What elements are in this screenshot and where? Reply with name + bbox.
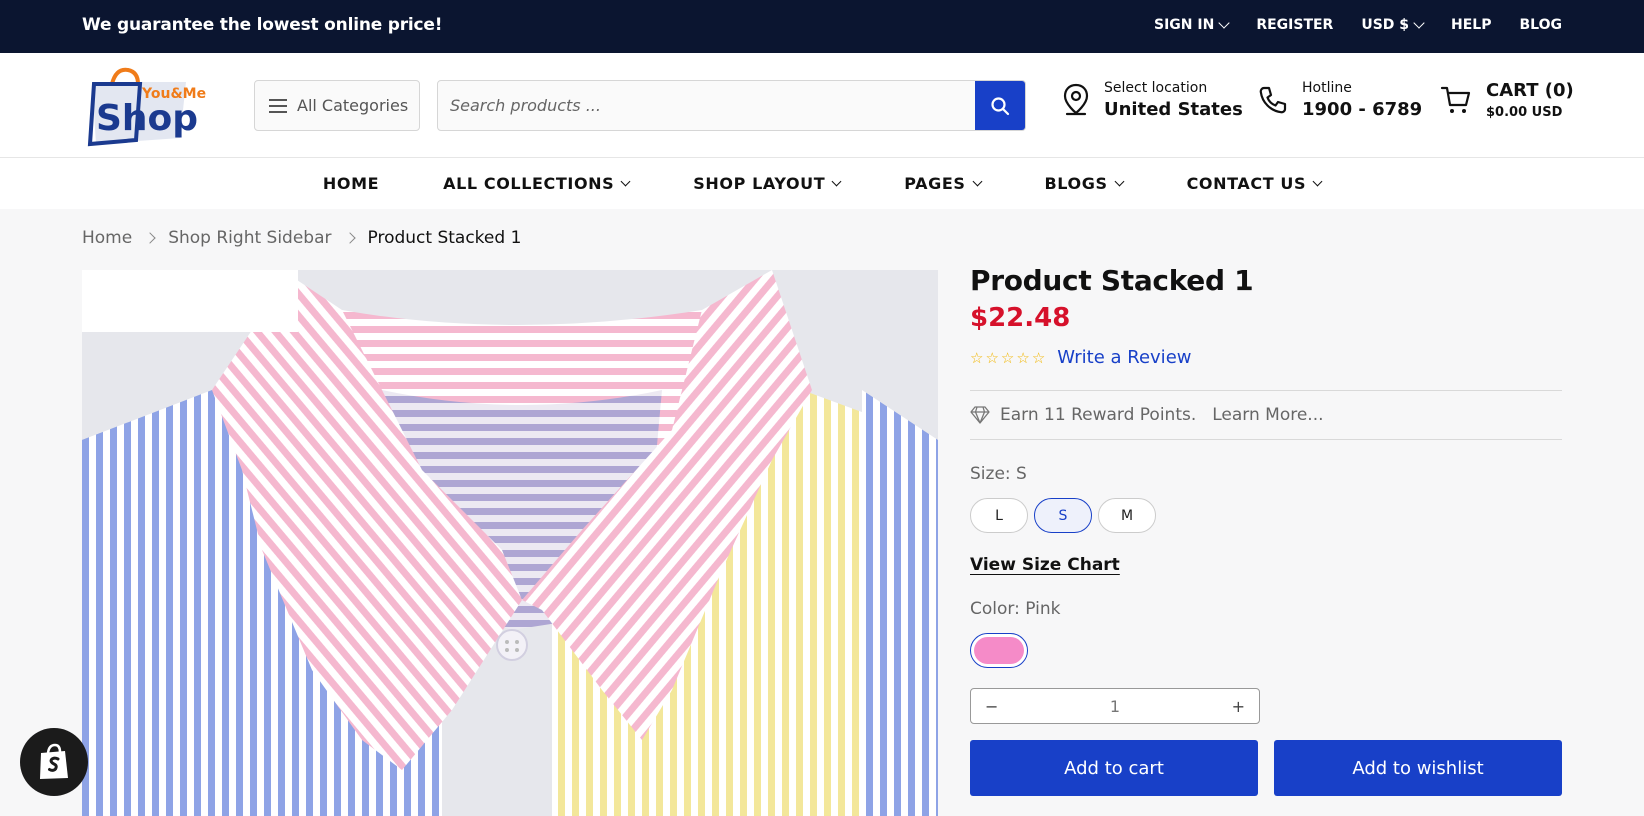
- phone-icon: [1259, 86, 1287, 114]
- shopify-bag-icon: [40, 743, 68, 779]
- size-label: Size: S: [970, 464, 1027, 484]
- chevron-down-icon: [972, 176, 982, 187]
- star-icon: ☆: [1031, 348, 1046, 367]
- main-nav: HOME ALL COLLECTIONS SHOP LAYOUT PAGES B…: [0, 158, 1644, 209]
- size-option-m[interactable]: M: [1098, 498, 1156, 533]
- blog-link[interactable]: BLOG: [1520, 17, 1563, 33]
- breadcrumb-shop-right-sidebar[interactable]: Shop Right Sidebar: [168, 228, 331, 248]
- cart-total: $0.00 USD: [1486, 105, 1563, 120]
- chevron-down-icon: [1413, 17, 1425, 29]
- nav-home[interactable]: HOME: [323, 174, 379, 193]
- location-selector[interactable]: Select location United States: [1062, 80, 1243, 120]
- nav-all-collections[interactable]: ALL COLLECTIONS: [443, 174, 631, 193]
- shopify-badge[interactable]: [20, 728, 88, 796]
- nav-pages[interactable]: PAGES: [904, 174, 982, 193]
- color-label: Color: Pink: [970, 599, 1061, 619]
- hotline[interactable]: Hotline 1900 - 6789: [1258, 80, 1422, 120]
- nav-all-collections-label: ALL COLLECTIONS: [443, 174, 615, 193]
- search-bar: [437, 80, 1026, 131]
- image-overlay-patch: [82, 270, 298, 332]
- currency-label: USD $: [1361, 17, 1410, 33]
- reward-text: Earn 11 Reward Points.: [1000, 405, 1197, 425]
- product-price: $22.48: [970, 303, 1071, 333]
- hotline-number: 1900 - 6789: [1302, 99, 1423, 120]
- diamond-icon: [970, 406, 990, 424]
- chevron-right-icon: [144, 232, 156, 244]
- color-swatch-pink[interactable]: [970, 633, 1028, 668]
- nav-pages-label: PAGES: [904, 174, 966, 193]
- star-icon: ☆: [1000, 348, 1015, 367]
- shop-logo[interactable]: You&Me Shop: [82, 64, 214, 148]
- top-links: SIGN IN REGISTER USD $ HELP BLOG: [1154, 17, 1562, 33]
- help-link[interactable]: HELP: [1451, 17, 1491, 33]
- location-caption: Select location: [1104, 80, 1208, 96]
- chevron-down-icon: [1218, 17, 1230, 29]
- location-pin-icon: [1063, 83, 1089, 116]
- all-categories-label: All Categories: [297, 96, 409, 115]
- quantity-stepper: − 1 +: [970, 688, 1260, 724]
- size-option-s[interactable]: S: [1034, 498, 1092, 533]
- sign-in-label: SIGN IN: [1154, 17, 1215, 33]
- increase-quantity-button[interactable]: +: [1232, 697, 1245, 716]
- nav-contact-us-label: CONTACT US: [1186, 174, 1307, 193]
- chevron-down-icon: [1312, 176, 1323, 187]
- breadcrumb-home[interactable]: Home: [82, 228, 132, 248]
- cart-icon: [1440, 86, 1471, 113]
- sign-in-link[interactable]: SIGN IN: [1154, 17, 1230, 33]
- quantity-value[interactable]: 1: [1110, 697, 1120, 716]
- search-input[interactable]: [438, 81, 976, 130]
- star-icon: ☆: [985, 348, 999, 367]
- product-title: Product Stacked 1: [970, 264, 1254, 297]
- search-button[interactable]: [975, 81, 1025, 130]
- chevron-down-icon: [620, 176, 631, 187]
- chevron-down-icon: [831, 176, 842, 187]
- reward-points: Earn 11 Reward Points. Learn More...: [970, 391, 1562, 439]
- hotline-caption: Hotline: [1302, 80, 1352, 96]
- divider: [970, 439, 1562, 440]
- promo-text: We guarantee the lowest online price!: [82, 15, 443, 35]
- nav-blogs[interactable]: BLOGS: [1044, 174, 1125, 193]
- decrease-quantity-button[interactable]: −: [985, 697, 998, 716]
- location-value: United States: [1104, 99, 1243, 120]
- cart-button[interactable]: CART (0) $0.00 USD: [1440, 80, 1574, 120]
- breadcrumb-current: Product Stacked 1: [367, 228, 522, 248]
- star-icon: ☆: [1016, 348, 1030, 367]
- nav-contact-us[interactable]: CONTACT US: [1186, 174, 1323, 193]
- currency-selector[interactable]: USD $: [1361, 17, 1425, 33]
- announcement-bar: We guarantee the lowest online price! SI…: [0, 0, 1644, 53]
- size-option-l[interactable]: L: [970, 498, 1028, 533]
- chevron-down-icon: [1114, 176, 1125, 187]
- register-link[interactable]: REGISTER: [1256, 17, 1333, 33]
- action-buttons: Add to cart Add to wishlist: [970, 740, 1562, 796]
- size-options: L S M: [970, 498, 1562, 533]
- product-image[interactable]: [82, 270, 938, 816]
- product-info: Product Stacked 1 $22.48 ☆ ☆ ☆ ☆ ☆ Write…: [970, 264, 1562, 796]
- logo-main-text: Shop: [96, 98, 198, 139]
- color-swatch-fill: [974, 637, 1024, 664]
- rating-row: ☆ ☆ ☆ ☆ ☆ Write a Review: [970, 347, 1562, 368]
- learn-more-link[interactable]: Learn More...: [1212, 405, 1323, 425]
- striped-shirt-image: [82, 270, 938, 816]
- breadcrumb: Home Shop Right Sidebar Product Stacked …: [82, 228, 521, 248]
- add-to-wishlist-button[interactable]: Add to wishlist: [1274, 740, 1562, 796]
- site-header: You&Me Shop All Categories Select locati…: [0, 53, 1644, 158]
- add-to-cart-button[interactable]: Add to cart: [970, 740, 1258, 796]
- chevron-right-icon: [343, 232, 356, 244]
- nav-shop-layout-label: SHOP LAYOUT: [693, 174, 826, 193]
- star-rating: ☆ ☆ ☆ ☆ ☆: [970, 349, 1045, 367]
- nav-blogs-label: BLOGS: [1044, 174, 1108, 193]
- search-icon: [991, 96, 1010, 115]
- nav-shop-layout[interactable]: SHOP LAYOUT: [693, 174, 842, 193]
- menu-icon: [269, 98, 287, 113]
- star-icon: ☆: [970, 348, 984, 367]
- all-categories-button[interactable]: All Categories: [254, 80, 420, 131]
- write-review-link[interactable]: Write a Review: [1057, 347, 1191, 368]
- cart-label: CART (0): [1486, 80, 1574, 101]
- view-size-chart-link[interactable]: View Size Chart: [970, 555, 1120, 575]
